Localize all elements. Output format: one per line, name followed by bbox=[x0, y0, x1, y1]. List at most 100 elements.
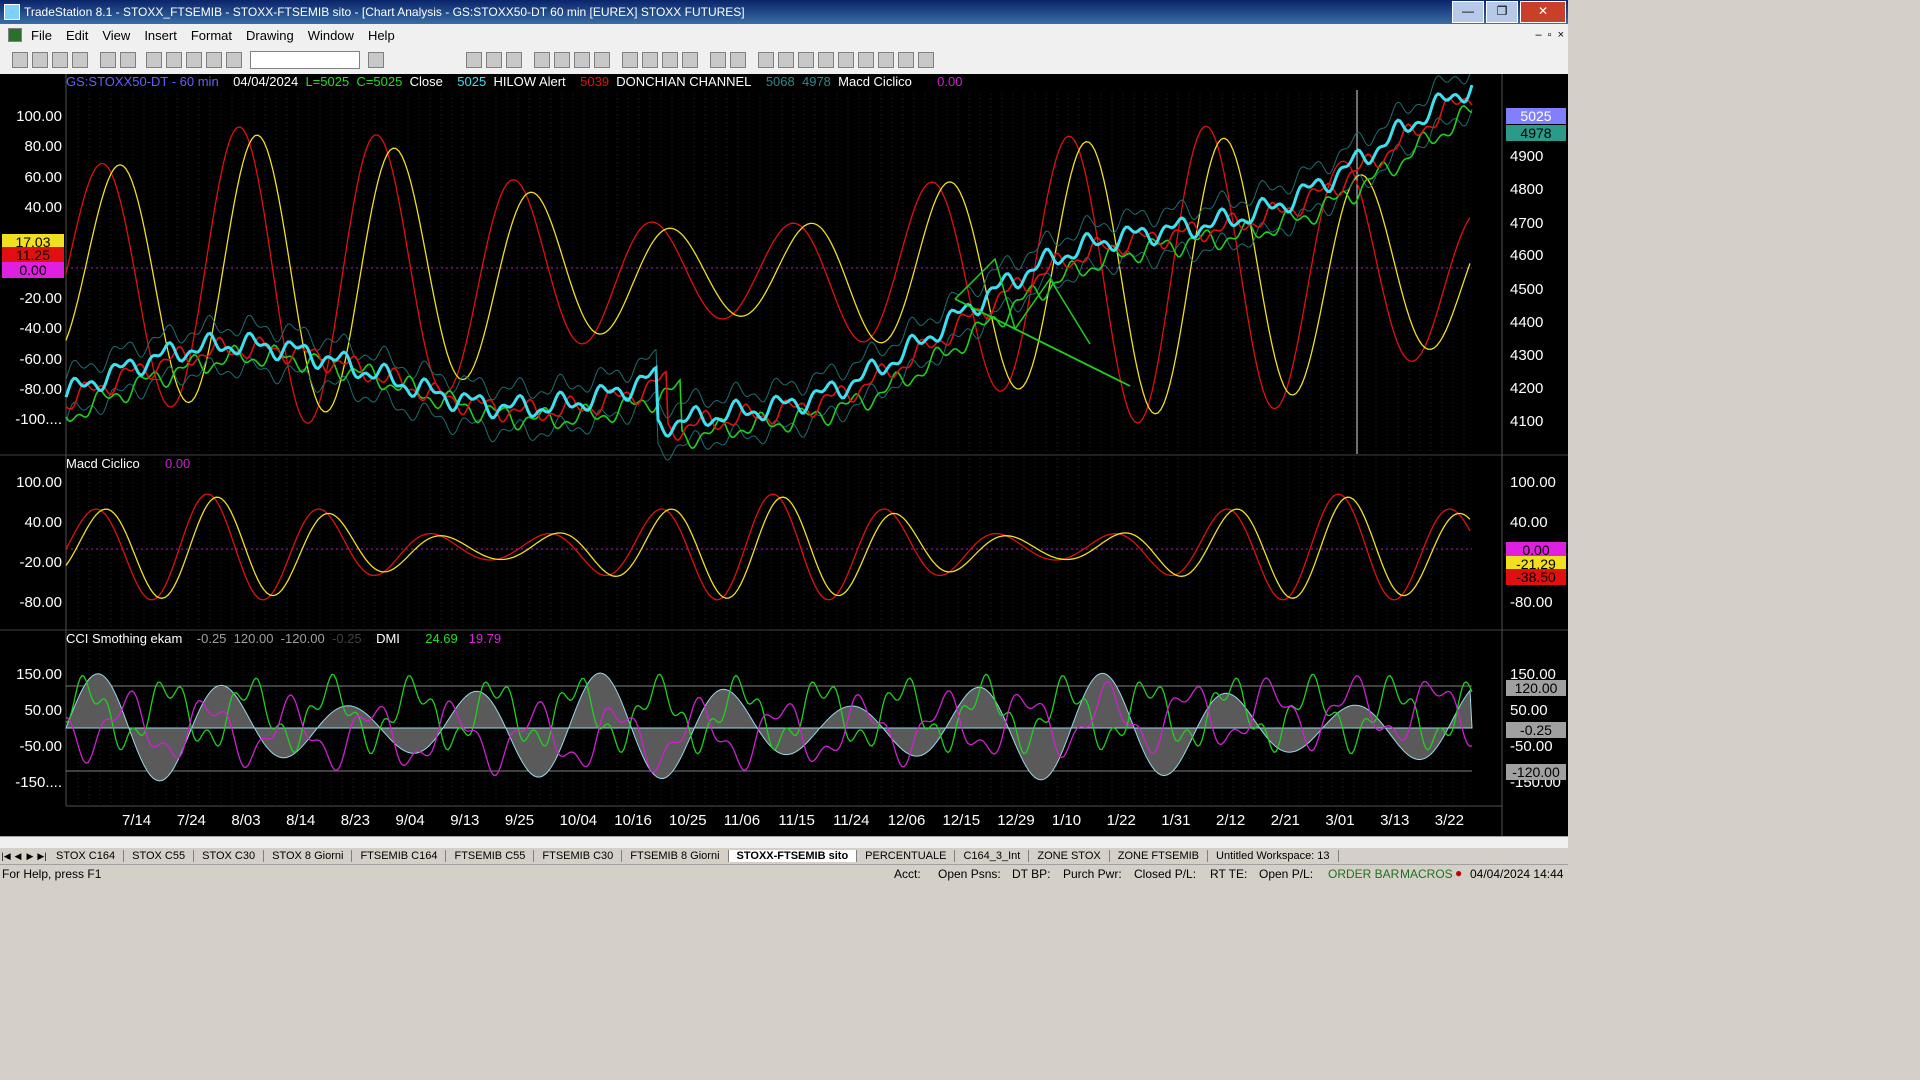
p1-tag-magenta: 0.00 bbox=[2, 262, 64, 278]
open-icon[interactable] bbox=[32, 52, 48, 68]
minimize-button[interactable]: — bbox=[1452, 1, 1484, 23]
status-closed-pl: Closed P/L: bbox=[1134, 867, 1197, 881]
menu-view[interactable]: View bbox=[95, 28, 137, 43]
status-dt-bp: DT BP: bbox=[1012, 867, 1051, 881]
workspace-icon[interactable] bbox=[146, 52, 162, 68]
tab-first-button[interactable]: |◀ bbox=[0, 851, 12, 862]
cci-value-2: 120.00 bbox=[233, 631, 274, 646]
chart-tool-7-icon[interactable] bbox=[594, 52, 610, 68]
x-tick-label: 9/25 bbox=[504, 812, 535, 829]
tab-stox-c164[interactable]: STOX C164 bbox=[48, 850, 125, 862]
close-label: Close bbox=[409, 74, 443, 89]
tab-untitled-workspace[interactable]: Untitled Workspace: 13 bbox=[1208, 850, 1339, 862]
menu-window[interactable]: Window bbox=[301, 28, 361, 43]
chart-area[interactable]: GS:STOXX50-DT - 60 min 04/04/2024 L=5025… bbox=[0, 74, 1568, 836]
chart-doc-icon[interactable] bbox=[8, 28, 22, 42]
tab-zone-stox[interactable]: ZONE STOX bbox=[1029, 850, 1110, 862]
tab-stox-c55[interactable]: STOX C55 bbox=[124, 850, 195, 862]
green-average-line bbox=[65, 105, 1473, 450]
ellipse-icon[interactable] bbox=[878, 52, 894, 68]
record-dot-icon: ● bbox=[1455, 866, 1463, 880]
chart-tool-6-icon[interactable] bbox=[574, 52, 590, 68]
x-tick-label: 3/22 bbox=[1434, 812, 1464, 829]
menu-help[interactable]: Help bbox=[361, 28, 402, 43]
tab-last-button[interactable]: ▶| bbox=[36, 851, 48, 862]
mdi-restore-button[interactable]: ▫ bbox=[1548, 29, 1552, 41]
p2-left-tick: 40.00 bbox=[24, 514, 62, 531]
fibonacci-icon[interactable] bbox=[838, 52, 854, 68]
menu-drawing[interactable]: Drawing bbox=[239, 28, 301, 43]
x-tick-label: 1/22 bbox=[1106, 812, 1136, 829]
save-icon[interactable] bbox=[52, 52, 68, 68]
print-icon[interactable] bbox=[100, 52, 116, 68]
chart-tool-9-icon[interactable] bbox=[642, 52, 658, 68]
copy-icon[interactable] bbox=[72, 52, 88, 68]
x-tick-label: 10/04 bbox=[559, 812, 598, 829]
tab-c164-3-int[interactable]: C164_3_Int bbox=[955, 850, 1030, 862]
tab-next-button[interactable]: ▶ bbox=[24, 851, 36, 862]
chart-tool-4-icon[interactable] bbox=[534, 52, 550, 68]
color-icon[interactable] bbox=[226, 52, 242, 68]
tab-stox-8-giorni[interactable]: STOX 8 Giorni bbox=[264, 850, 353, 862]
window-icon[interactable] bbox=[166, 52, 182, 68]
p2-right-tick: 100.00 bbox=[1510, 474, 1556, 491]
mdi-close-button[interactable]: × bbox=[1558, 29, 1564, 41]
tab-prev-button[interactable]: ◀ bbox=[12, 851, 24, 862]
rectangle-icon[interactable] bbox=[898, 52, 914, 68]
p1-left-tick: 100.00 bbox=[16, 108, 62, 125]
status-order-bar[interactable]: ORDER BAR bbox=[1328, 867, 1399, 881]
new-icon[interactable] bbox=[12, 52, 28, 68]
symbol-selector[interactable] bbox=[250, 51, 360, 69]
x-tick-label: 8/23 bbox=[340, 812, 370, 829]
menu-insert[interactable]: Insert bbox=[137, 28, 184, 43]
tab-percentuale[interactable]: PERCENTUALE bbox=[857, 850, 956, 862]
p1-right-tick: 4400 bbox=[1510, 314, 1544, 331]
print-preview-icon[interactable] bbox=[120, 52, 136, 68]
p1-tag-dc-lower: 4978 bbox=[1506, 125, 1566, 141]
menu-format[interactable]: Format bbox=[184, 28, 239, 43]
drawing-icon[interactable] bbox=[778, 52, 794, 68]
chart-tool-11-icon[interactable] bbox=[682, 52, 698, 68]
tab-stox-c30[interactable]: STOX C30 bbox=[194, 850, 265, 862]
tab-ftsemib-c164[interactable]: FTSEMIB C164 bbox=[352, 850, 447, 862]
tab-stoxx-ftsemib-sito[interactable]: STOXX-FTSEMIB sito bbox=[728, 850, 858, 862]
chart-tool-8-icon[interactable] bbox=[622, 52, 638, 68]
close-button[interactable]: ✕ bbox=[1520, 1, 1566, 23]
zoom-icon[interactable] bbox=[368, 52, 384, 68]
p1-right-tick: 4200 bbox=[1510, 380, 1544, 397]
lock-icon[interactable] bbox=[186, 52, 202, 68]
zoom-out-icon[interactable] bbox=[730, 52, 746, 68]
tab-zone-ftsemib[interactable]: ZONE FTSEMIB bbox=[1110, 850, 1209, 862]
chart-tool-1-icon[interactable] bbox=[466, 52, 482, 68]
hilow-value: 5025 bbox=[457, 74, 487, 89]
menu-bar: File Edit View Insert Format Drawing Win… bbox=[0, 24, 1568, 46]
chart-canvas bbox=[0, 74, 1568, 836]
trendline-icon[interactable] bbox=[798, 52, 814, 68]
tab-ftsemib-c55[interactable]: FTSEMIB C55 bbox=[446, 850, 535, 862]
p1-left-tick: 80.00 bbox=[24, 138, 62, 155]
p1-left-tick: -100.... bbox=[15, 411, 62, 428]
channel-icon[interactable] bbox=[858, 52, 874, 68]
close-value: C=5025 bbox=[356, 74, 403, 89]
menu-edit[interactable]: Edit bbox=[59, 28, 95, 43]
menu-file[interactable]: File bbox=[24, 28, 59, 43]
chart-tool-5-icon[interactable] bbox=[554, 52, 570, 68]
restore-button[interactable]: ❐ bbox=[1486, 1, 1518, 23]
tab-ftsemib-8-giorni[interactable]: FTSEMIB 8 Giorni bbox=[622, 850, 729, 862]
chart-tool-3-icon[interactable] bbox=[506, 52, 522, 68]
status-macros[interactable]: MACROS bbox=[1400, 867, 1453, 881]
chart-tool-10-icon[interactable] bbox=[662, 52, 678, 68]
mdi-minimize-button[interactable]: – bbox=[1536, 29, 1542, 41]
text-tool-icon[interactable] bbox=[918, 52, 934, 68]
x-tick-label: 9/04 bbox=[395, 812, 425, 829]
chart-tool-2-icon[interactable] bbox=[486, 52, 502, 68]
trendline bbox=[954, 298, 1131, 387]
zoom-in-icon[interactable] bbox=[710, 52, 726, 68]
p1-right-tick: 4800 bbox=[1510, 181, 1544, 198]
tab-ftsemib-c30[interactable]: FTSEMIB C30 bbox=[534, 850, 623, 862]
window-titlebar: TradeStation 8.1 - STOXX_FTSEMIB - STOXX… bbox=[0, 0, 1568, 24]
horizontal-line-icon[interactable] bbox=[818, 52, 834, 68]
pointer-icon[interactable] bbox=[758, 52, 774, 68]
p1-right-tick: 4500 bbox=[1510, 281, 1544, 298]
format-icon[interactable] bbox=[206, 52, 222, 68]
